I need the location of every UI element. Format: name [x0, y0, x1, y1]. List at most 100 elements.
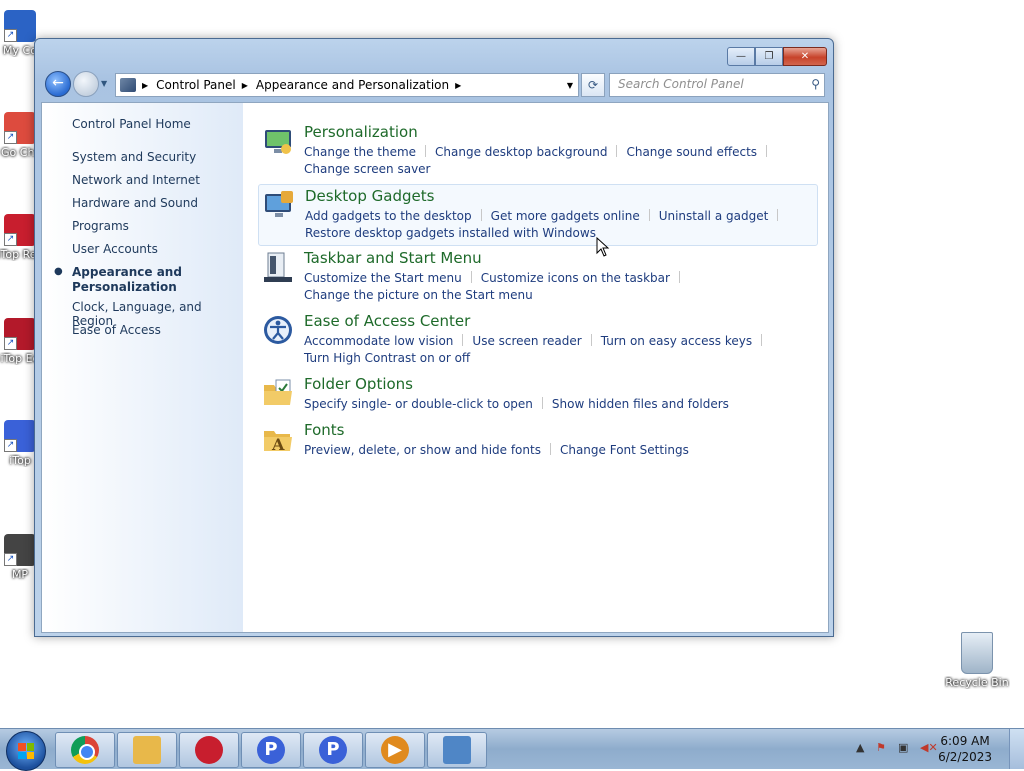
- control-panel-window: — ❐ ✕ ← ▼ ▶ Control Panel ▶ Appearance a…: [34, 38, 834, 637]
- link-font-settings[interactable]: Change Font Settings: [560, 443, 689, 457]
- show-desktop-button[interactable]: [1009, 729, 1024, 769]
- system-tray: ▲ ⚑ ▣ ◀✕ 6:09 AM 6/2/2023: [834, 729, 1024, 769]
- link-preview-fonts[interactable]: Preview, delete, or show and hide fonts: [304, 443, 541, 457]
- sidebar-item-user-accounts[interactable]: User Accounts: [72, 242, 158, 256]
- link-low-vision[interactable]: Accommodate low vision: [304, 334, 453, 348]
- shortcut-arrow-icon: ↗: [4, 29, 17, 42]
- taskbar-icon: [264, 252, 292, 282]
- sidebar: Control Panel Home System and Security N…: [42, 103, 243, 632]
- explorer-icon: [133, 736, 161, 764]
- link-easy-access-keys[interactable]: Turn on easy access keys: [601, 334, 752, 348]
- breadcrumb-separator-icon[interactable]: ▶: [455, 81, 461, 90]
- sidebar-item-hardware[interactable]: Hardware and Sound: [72, 196, 198, 210]
- taskbar-app-control-panel[interactable]: [427, 732, 487, 768]
- link-single-double-click[interactable]: Specify single- or double-click to open: [304, 397, 533, 411]
- search-box[interactable]: ⚲: [609, 73, 825, 97]
- refresh-button[interactable]: ⟳: [581, 73, 605, 97]
- shortcut-app-icon: ↗: [4, 420, 36, 452]
- personalization-icon: [265, 130, 291, 154]
- section-taskbar-start-menu: Taskbar and Start Menu Customize the Sta…: [258, 247, 816, 303]
- sidebar-item-system-security[interactable]: System and Security: [72, 150, 196, 164]
- taskbar-app-p-app-1[interactable]: P: [241, 732, 301, 768]
- minimize-button[interactable]: —: [727, 47, 755, 66]
- breadcrumb-separator-icon[interactable]: ▶: [142, 81, 148, 90]
- section-title[interactable]: Folder Options: [304, 375, 413, 393]
- link-hidden-files[interactable]: Show hidden files and folders: [552, 397, 729, 411]
- clock-time: 6:09 AM: [940, 734, 990, 748]
- address-dropdown-icon[interactable]: ▼: [562, 81, 578, 90]
- forward-button[interactable]: [73, 71, 99, 97]
- back-button[interactable]: ←: [45, 71, 71, 97]
- taskbar-app-itop-recorder[interactable]: [179, 732, 239, 768]
- ease-of-access-icon: [264, 316, 292, 344]
- action-center-icon[interactable]: ⚑: [876, 741, 886, 754]
- section-title[interactable]: Personalization: [304, 123, 418, 141]
- sidebar-item-programs[interactable]: Programs: [72, 219, 129, 233]
- link-customize-taskbar-icons[interactable]: Customize icons on the taskbar: [481, 271, 670, 285]
- search-input[interactable]: [610, 74, 798, 94]
- network-icon[interactable]: ▣: [898, 741, 908, 754]
- sidebar-item-appearance[interactable]: Appearance and Personalization: [72, 265, 182, 295]
- sidebar-item-ease-of-access[interactable]: Ease of Access: [72, 323, 161, 337]
- section-fonts: A Fonts Preview, delete, or show and hid…: [258, 419, 816, 461]
- sidebar-home-link[interactable]: Control Panel Home: [72, 117, 191, 131]
- taskbar-app-explorer[interactable]: [117, 732, 177, 768]
- recent-pages-dropdown[interactable]: ▼: [101, 79, 107, 88]
- windows-logo-icon: [18, 743, 34, 759]
- volume-muted-icon[interactable]: ◀✕: [920, 741, 938, 754]
- shortcut-app-icon: ↗: [4, 534, 36, 566]
- taskbar: P P ▶ ▲ ⚑ ▣ ◀✕ 6:09 AM 6/2/2023: [0, 728, 1024, 771]
- itop-recorder-icon: [195, 736, 223, 764]
- desktop-gadgets-icon: [265, 191, 293, 217]
- control-panel-icon: [443, 736, 471, 764]
- link-change-start-picture[interactable]: Change the picture on the Start menu: [304, 288, 533, 302]
- shortcut-arrow-icon: ↗: [4, 337, 17, 350]
- link-change-screensaver[interactable]: Change screen saver: [304, 162, 431, 176]
- taskbar-app-p-app-2[interactable]: P: [303, 732, 363, 768]
- taskbar-app-media[interactable]: ▶: [365, 732, 425, 768]
- show-hidden-icons-button[interactable]: ▲: [856, 741, 864, 754]
- main-pane: Personalization Change the theme Change d…: [243, 103, 828, 632]
- chrome-icon: [71, 736, 99, 764]
- link-uninstall-gadget[interactable]: Uninstall a gadget: [659, 209, 769, 223]
- breadcrumb-appearance[interactable]: Appearance and Personalization: [256, 78, 449, 92]
- section-title[interactable]: Desktop Gadgets: [305, 187, 434, 205]
- breadcrumb-control-panel[interactable]: Control Panel: [156, 78, 236, 92]
- section-title[interactable]: Taskbar and Start Menu: [304, 249, 482, 267]
- navigation-bar: ← ▼ ▶ Control Panel ▶ Appearance and Per…: [43, 71, 825, 97]
- recycle-bin-icon[interactable]: Recycle Bin: [944, 632, 1010, 689]
- section-title[interactable]: Fonts: [304, 421, 344, 439]
- link-change-background[interactable]: Change desktop background: [435, 145, 607, 159]
- close-button[interactable]: ✕: [783, 47, 827, 66]
- link-more-gadgets[interactable]: Get more gadgets online: [491, 209, 640, 223]
- address-bar[interactable]: ▶ Control Panel ▶ Appearance and Persona…: [115, 73, 579, 97]
- link-customize-start[interactable]: Customize the Start menu: [304, 271, 462, 285]
- shortcut-arrow-icon: ↗: [4, 233, 17, 246]
- shortcut-app-icon: ↗: [4, 10, 36, 42]
- folder-options-icon: [264, 379, 292, 405]
- fonts-icon: A: [264, 431, 292, 454]
- shortcut-app-icon: ↗: [4, 318, 36, 350]
- breadcrumb-separator-icon[interactable]: ▶: [242, 81, 248, 90]
- shortcut-arrow-icon: ↗: [4, 553, 17, 566]
- content-area: Control Panel Home System and Security N…: [41, 102, 829, 633]
- recycle-bin-label: Recycle Bin: [945, 676, 1009, 689]
- link-add-gadgets[interactable]: Add gadgets to the desktop: [305, 209, 472, 223]
- sidebar-item-network[interactable]: Network and Internet: [72, 173, 200, 187]
- start-button[interactable]: [6, 731, 46, 771]
- search-icon[interactable]: ⚲: [811, 77, 820, 91]
- maximize-button[interactable]: ❐: [755, 47, 783, 66]
- link-high-contrast[interactable]: Turn High Contrast on or off: [304, 351, 470, 365]
- caption-buttons: — ❐ ✕: [727, 47, 827, 66]
- section-title[interactable]: Ease of Access Center: [304, 312, 470, 330]
- link-change-sound[interactable]: Change sound effects: [626, 145, 757, 159]
- shortcut-app-icon: ↗: [4, 214, 36, 246]
- taskbar-app-chrome[interactable]: [55, 732, 115, 768]
- link-change-theme[interactable]: Change the theme: [304, 145, 416, 159]
- control-panel-icon: [120, 78, 136, 92]
- link-restore-gadgets[interactable]: Restore desktop gadgets installed with W…: [305, 226, 596, 240]
- clock[interactable]: 6:09 AM 6/2/2023: [938, 733, 992, 765]
- link-screen-reader[interactable]: Use screen reader: [472, 334, 581, 348]
- active-bullet-icon: ●: [54, 266, 63, 277]
- trash-icon: [961, 632, 993, 674]
